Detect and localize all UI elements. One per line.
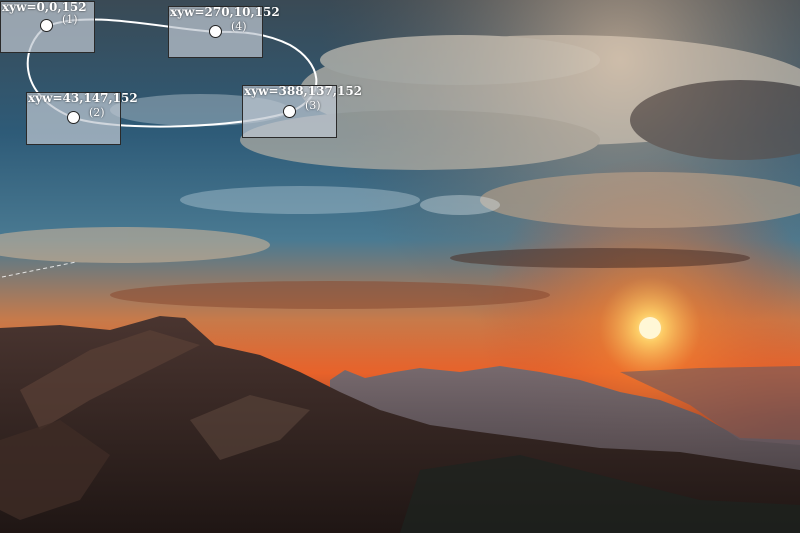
annotation-coord-1: xyw=0,0,152: [2, 0, 87, 14]
point-marker-3: [283, 105, 296, 118]
point-index-4: (4): [231, 20, 247, 33]
annotation-coord-3: xyw=388,137,152: [244, 84, 363, 98]
point-marker-1: [40, 19, 53, 32]
landscape-photo: [0, 0, 800, 533]
point-marker-4: [209, 25, 222, 38]
point-marker-2: [67, 111, 80, 124]
point-index-3: (3): [305, 99, 321, 112]
point-index-1: (1): [62, 13, 78, 26]
annotation-coord-2: xyw=43,147,152: [28, 91, 138, 105]
point-index-2: (2): [89, 106, 105, 119]
annotation-coord-4: xyw=270,10,152: [170, 5, 280, 19]
